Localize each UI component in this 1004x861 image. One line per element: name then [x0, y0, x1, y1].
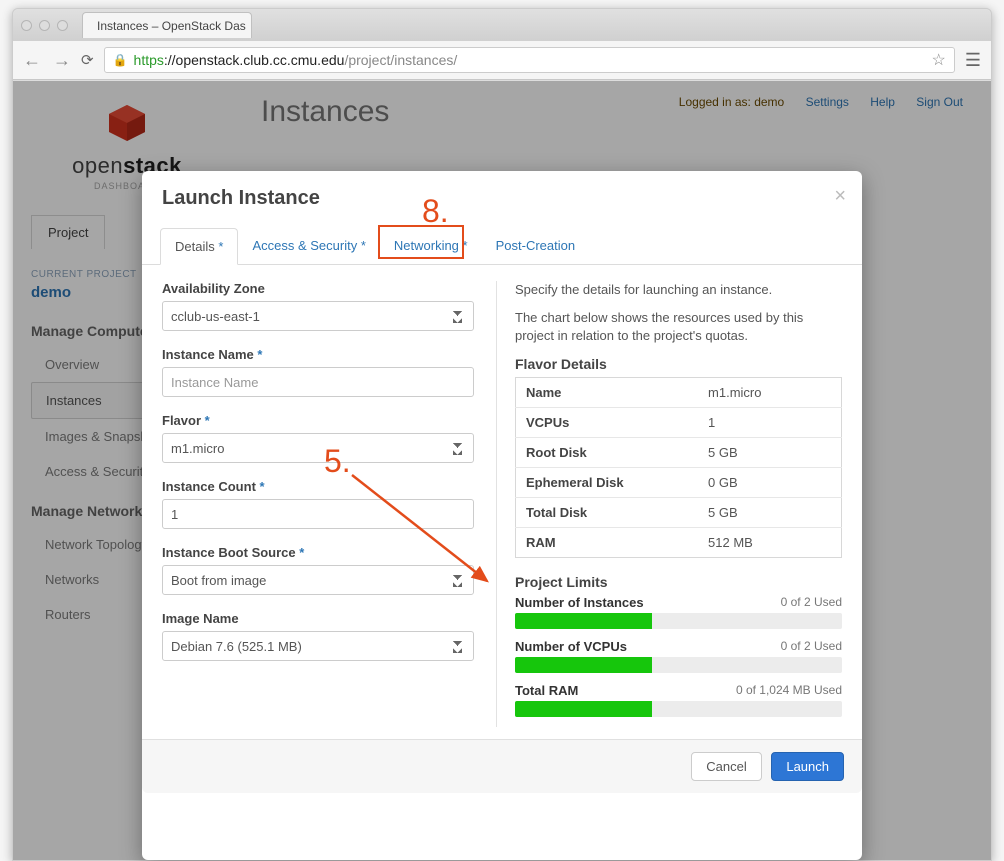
form-column: Availability Zone cclub-us-east-1 Instan… [162, 281, 474, 727]
limit-vcpus: Number of VCPUs0 of 2 Used [515, 639, 842, 673]
select-availability-zone[interactable]: cclub-us-east-1 [162, 301, 474, 331]
back-icon[interactable]: ← [23, 50, 41, 71]
project-limits-head: Project Limits [515, 574, 842, 590]
progress-bar [515, 657, 842, 673]
window-controls [21, 20, 68, 31]
modal-title: Launch Instance [162, 187, 842, 210]
bookmark-star-icon[interactable]: ☆ [932, 50, 946, 70]
table-row: RAM512 MB [516, 527, 842, 557]
limit-ram: Total RAM0 of 1,024 MB Used [515, 683, 842, 717]
tab-access-security[interactable]: Access & Security * [238, 228, 379, 264]
close-window-icon[interactable] [21, 20, 32, 31]
browser-toolbar: ← → ⟳ 🔒 https://openstack.club.cc.cmu.ed… [13, 41, 991, 80]
label-instance-count: Instance Count * [162, 479, 474, 494]
callout-label-5: 5. [324, 443, 351, 480]
input-instance-name[interactable] [162, 367, 474, 397]
zoom-window-icon[interactable] [57, 20, 68, 31]
table-row: Root Disk5 GB [516, 437, 842, 467]
table-row: Total Disk5 GB [516, 497, 842, 527]
close-icon[interactable]: × [834, 185, 846, 208]
reload-icon[interactable]: ⟳ [81, 51, 94, 69]
browser-window: Instances – OpenStack Das × ← → ⟳ 🔒 http… [12, 8, 992, 861]
table-row: Ephemeral Disk0 GB [516, 467, 842, 497]
limit-instances: Number of Instances0 of 2 Used [515, 595, 842, 629]
select-flavor[interactable]: m1.micro [162, 433, 474, 463]
flavor-details-head: Flavor Details [515, 356, 842, 372]
chrome-tab-strip: Instances – OpenStack Das × [13, 9, 991, 41]
launch-instance-modal: Launch Instance × Details * Access & Sec… [142, 171, 862, 860]
callout-label-8: 8. [422, 193, 449, 230]
address-bar[interactable]: 🔒 https://openstack.club.cc.cmu.edu/proj… [104, 47, 955, 73]
tab-title: Instances – OpenStack Das [97, 19, 246, 33]
modal-overlay: Launch Instance × Details * Access & Sec… [13, 81, 991, 860]
chrome-menu-icon[interactable]: ☰ [965, 50, 981, 71]
label-availability-zone: Availability Zone [162, 281, 474, 296]
lock-icon: 🔒 [113, 53, 128, 67]
cancel-button[interactable]: Cancel [691, 752, 761, 781]
modal-tabs: Details * Access & Security * Networking… [142, 228, 862, 265]
launch-button[interactable]: Launch [771, 752, 844, 781]
help-text-2: The chart below shows the resources used… [515, 309, 842, 345]
label-boot-source: Instance Boot Source * [162, 545, 474, 560]
tab-post-creation[interactable]: Post-Creation [482, 228, 589, 264]
select-image-name[interactable]: Debian 7.6 (525.1 MB) [162, 631, 474, 661]
select-boot-source[interactable]: Boot from image [162, 565, 474, 595]
url-text: https://openstack.club.cc.cmu.edu/projec… [134, 52, 458, 68]
label-flavor: Flavor * [162, 413, 474, 428]
flavor-details-table: Namem1.micro VCPUs1 Root Disk5 GB Epheme… [515, 377, 842, 558]
progress-bar [515, 701, 842, 717]
label-image-name: Image Name [162, 611, 474, 626]
input-instance-count[interactable] [162, 499, 474, 529]
details-column: Specify the details for launching an ins… [496, 281, 842, 727]
tab-details[interactable]: Details * [160, 228, 238, 265]
minimize-window-icon[interactable] [39, 20, 50, 31]
forward-icon[interactable]: → [53, 50, 71, 71]
help-text-1: Specify the details for launching an ins… [515, 281, 842, 299]
progress-bar [515, 613, 842, 629]
browser-tab[interactable]: Instances – OpenStack Das × [82, 12, 252, 38]
table-row: Namem1.micro [516, 377, 842, 407]
label-instance-name: Instance Name * [162, 347, 474, 362]
page: openstack DASHBOARD Project CURRENT PROJ… [13, 80, 991, 860]
table-row: VCPUs1 [516, 407, 842, 437]
callout-box-networking [378, 225, 464, 259]
